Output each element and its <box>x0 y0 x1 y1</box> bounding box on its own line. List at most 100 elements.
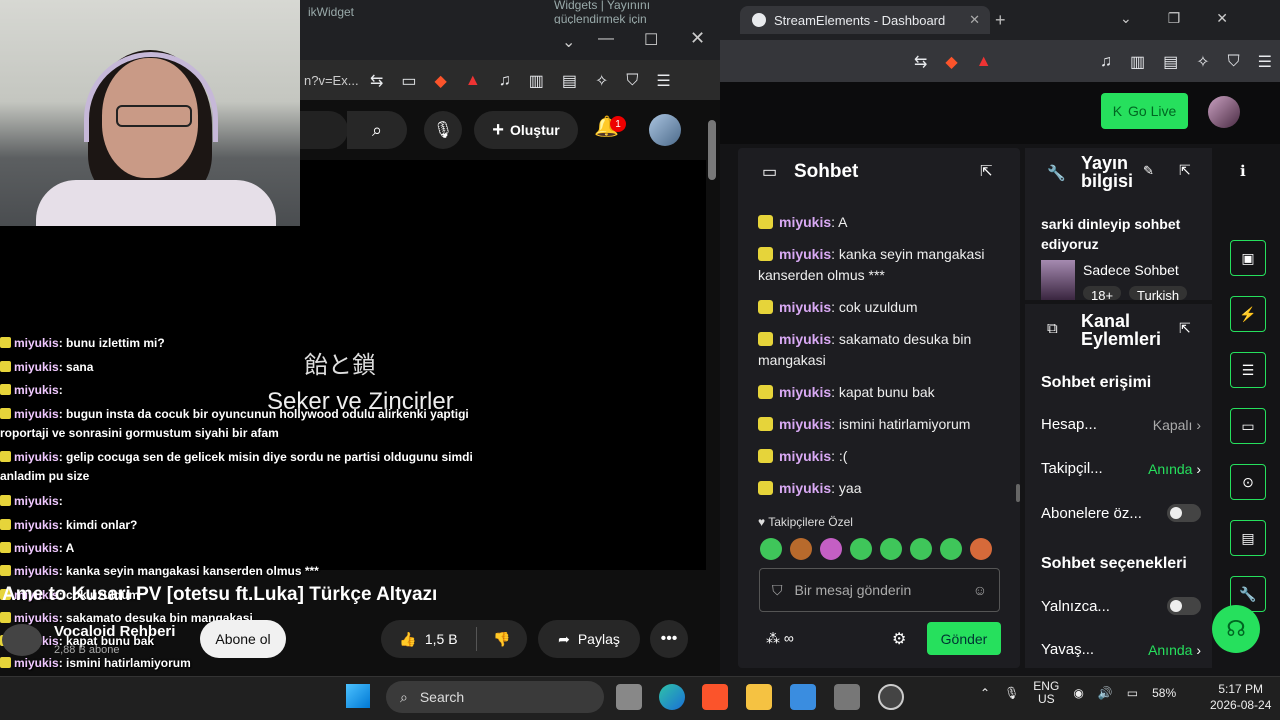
notepad-icon[interactable] <box>790 684 816 710</box>
only-toggle[interactable] <box>1167 597 1201 615</box>
restore-icon[interactable]: ❐ <box>1168 10 1181 27</box>
chat-username[interactable]: miyukis <box>779 480 831 496</box>
leo-icon[interactable]: ✧ <box>1196 52 1209 72</box>
taskbar-search[interactable]: ⌕ Search <box>386 681 604 713</box>
maximize-icon[interactable]: ☐ <box>644 30 658 50</box>
mic-icon[interactable]: 🎙 <box>1004 686 1019 700</box>
go-live-button[interactable]: K Go Live <box>1101 93 1188 129</box>
tab-widgets[interactable]: Widgets | Yayınını güçlendirmek için <box>554 0 720 26</box>
scrollbar[interactable] <box>1016 484 1020 502</box>
leo-icon[interactable]: ✧ <box>595 71 608 91</box>
chat-username[interactable]: miyukis <box>779 384 831 400</box>
sidebar-icon[interactable]: ▥ <box>1130 52 1145 72</box>
chat-username[interactable]: miyukis <box>779 416 831 432</box>
youtube-address-bar[interactable]: n?v=Ex... ⇆ ▭ ◆ ▲ ♫ ▥ ▤ ✧ ⛉ ☰ <box>300 60 720 100</box>
chat-username[interactable]: miyukis <box>779 448 831 464</box>
tab-widget[interactable]: ikWidget <box>308 5 354 19</box>
search-input[interactable] <box>300 111 348 149</box>
task-view-icon[interactable] <box>616 684 642 710</box>
chat-username[interactable]: miyukis <box>779 214 831 230</box>
emote-icon[interactable] <box>940 538 962 560</box>
translate-icon[interactable]: ⇆ <box>370 71 383 91</box>
brave-shield-icon[interactable]: ◆ <box>435 71 447 91</box>
emote-icon[interactable] <box>760 538 782 560</box>
emote-picker-icon[interactable]: ⁂ ∞ <box>766 630 794 647</box>
volume-icon[interactable]: 🔊 <box>1098 686 1113 700</box>
chat-icon[interactable]: ▭ <box>1230 408 1266 444</box>
popout-icon[interactable]: ⇱ <box>1179 320 1191 337</box>
create-button[interactable]: + Oluştur <box>474 111 578 149</box>
emote-icon[interactable] <box>850 538 872 560</box>
scrollbar[interactable] <box>708 120 716 180</box>
address-bar[interactable]: ⇆ ◆ ▲ ♫ ▥ ▤ ✧ ⛉ ☰ <box>720 40 1280 82</box>
sidebar-icon[interactable]: ▥ <box>529 71 544 91</box>
gear-icon[interactable]: ⚙ <box>892 629 906 649</box>
like-button[interactable]: 👍 1,5 B <box>381 627 477 651</box>
menu-icon[interactable]: ☰ <box>1258 52 1272 72</box>
menu-icon[interactable]: ☰ <box>656 71 670 91</box>
music-icon[interactable]: ♫ <box>1100 53 1112 71</box>
wifi-icon[interactable]: ◉ <box>1073 686 1083 700</box>
wallet-icon[interactable]: ▤ <box>562 71 577 91</box>
app-icon[interactable] <box>834 684 860 710</box>
music-icon[interactable]: ♫ <box>499 72 511 90</box>
chat-username[interactable]: miyukis <box>779 246 831 262</box>
search-button[interactable]: ⌕ <box>347 111 407 149</box>
emote-icon[interactable] <box>910 538 932 560</box>
emoji-icon[interactable]: ☺ <box>973 582 987 598</box>
cast-icon[interactable]: ▭ <box>401 71 416 91</box>
wallet-icon[interactable]: ▤ <box>1163 52 1178 72</box>
list-icon[interactable]: ☰ <box>1230 352 1266 388</box>
edge-icon[interactable] <box>659 684 685 710</box>
subscribe-button[interactable]: Abone ol <box>200 620 286 658</box>
setting-row-followers[interactable]: Takipçil... Anında › <box>1041 460 1201 477</box>
url-text[interactable]: n?v=Ex... <box>304 73 359 88</box>
popout-icon[interactable]: ⇱ <box>1179 162 1191 179</box>
emote-icon[interactable] <box>820 538 842 560</box>
brave-rewards-icon[interactable]: ▲ <box>465 72 481 90</box>
info-icon[interactable]: ℹ <box>1240 162 1246 180</box>
channel-name[interactable]: Vocaloid Rehberi <box>54 623 175 640</box>
chat-username[interactable]: miyukis <box>779 331 831 347</box>
help-chat-button[interactable]: ☊ <box>1212 605 1260 653</box>
vpn-icon[interactable]: ⛉ <box>626 72 638 90</box>
chevron-down-icon[interactable]: ⌄ <box>562 32 575 52</box>
brave-icon[interactable] <box>702 684 728 710</box>
layout-icon[interactable]: ▤ <box>1230 520 1266 556</box>
emote-icon[interactable] <box>880 538 902 560</box>
edit-icon[interactable]: ✎ <box>1143 163 1154 179</box>
popout-icon[interactable]: ⇱ <box>980 162 993 180</box>
battery-icon[interactable]: ▭ <box>1127 686 1138 700</box>
emote-icon[interactable] <box>790 538 812 560</box>
more-button[interactable]: ••• <box>650 620 688 658</box>
share-button[interactable]: ➦ Paylaş <box>538 620 640 658</box>
voice-search-button[interactable]: 🎙 <box>424 111 462 149</box>
media-icon[interactable]: ▣ <box>1230 240 1266 276</box>
setting-row-slow[interactable]: Yavaş... Anında › <box>1041 641 1201 658</box>
file-explorer-icon[interactable] <box>746 684 772 710</box>
chevron-down-icon[interactable]: ⌄ <box>1120 10 1132 27</box>
chat-username[interactable]: miyukis <box>779 299 831 315</box>
send-button[interactable]: Gönder <box>927 622 1001 655</box>
brave-rewards-icon[interactable]: ▲ <box>976 53 992 71</box>
close-tab-icon[interactable]: ✕ <box>969 12 980 28</box>
language-indicator[interactable]: ENG US <box>1033 680 1059 706</box>
tab-streamelements[interactable]: StreamElements - Dashboard ✕ <box>740 6 990 34</box>
emote-icon[interactable] <box>970 538 992 560</box>
clock[interactable]: 5:17 PM 2026-08-24 <box>1210 681 1271 713</box>
dislike-button[interactable]: 👎 <box>477 631 527 648</box>
chat-message-input[interactable]: ⛉ Bir mesaj gönderin ☺ <box>759 568 1000 612</box>
close-icon[interactable]: ✕ <box>1216 10 1228 27</box>
windows-start-icon[interactable] <box>346 684 370 708</box>
channel-avatar[interactable] <box>2 624 42 656</box>
obs-icon[interactable] <box>878 684 904 710</box>
new-tab-button[interactable]: + <box>995 10 1006 31</box>
broadcast-icon[interactable]: ⊙ <box>1230 464 1266 500</box>
tag-badge[interactable]: Turkish <box>1129 286 1188 300</box>
setting-row-account[interactable]: Hesap... Kapalı › <box>1041 416 1201 433</box>
avatar[interactable] <box>1208 96 1240 128</box>
close-icon[interactable]: ✕ <box>690 28 705 49</box>
lightning-icon[interactable]: ⚡ <box>1230 296 1266 332</box>
chevron-up-icon[interactable]: ⌃ <box>980 686 990 700</box>
brave-shield-icon[interactable]: ◆ <box>945 52 957 72</box>
